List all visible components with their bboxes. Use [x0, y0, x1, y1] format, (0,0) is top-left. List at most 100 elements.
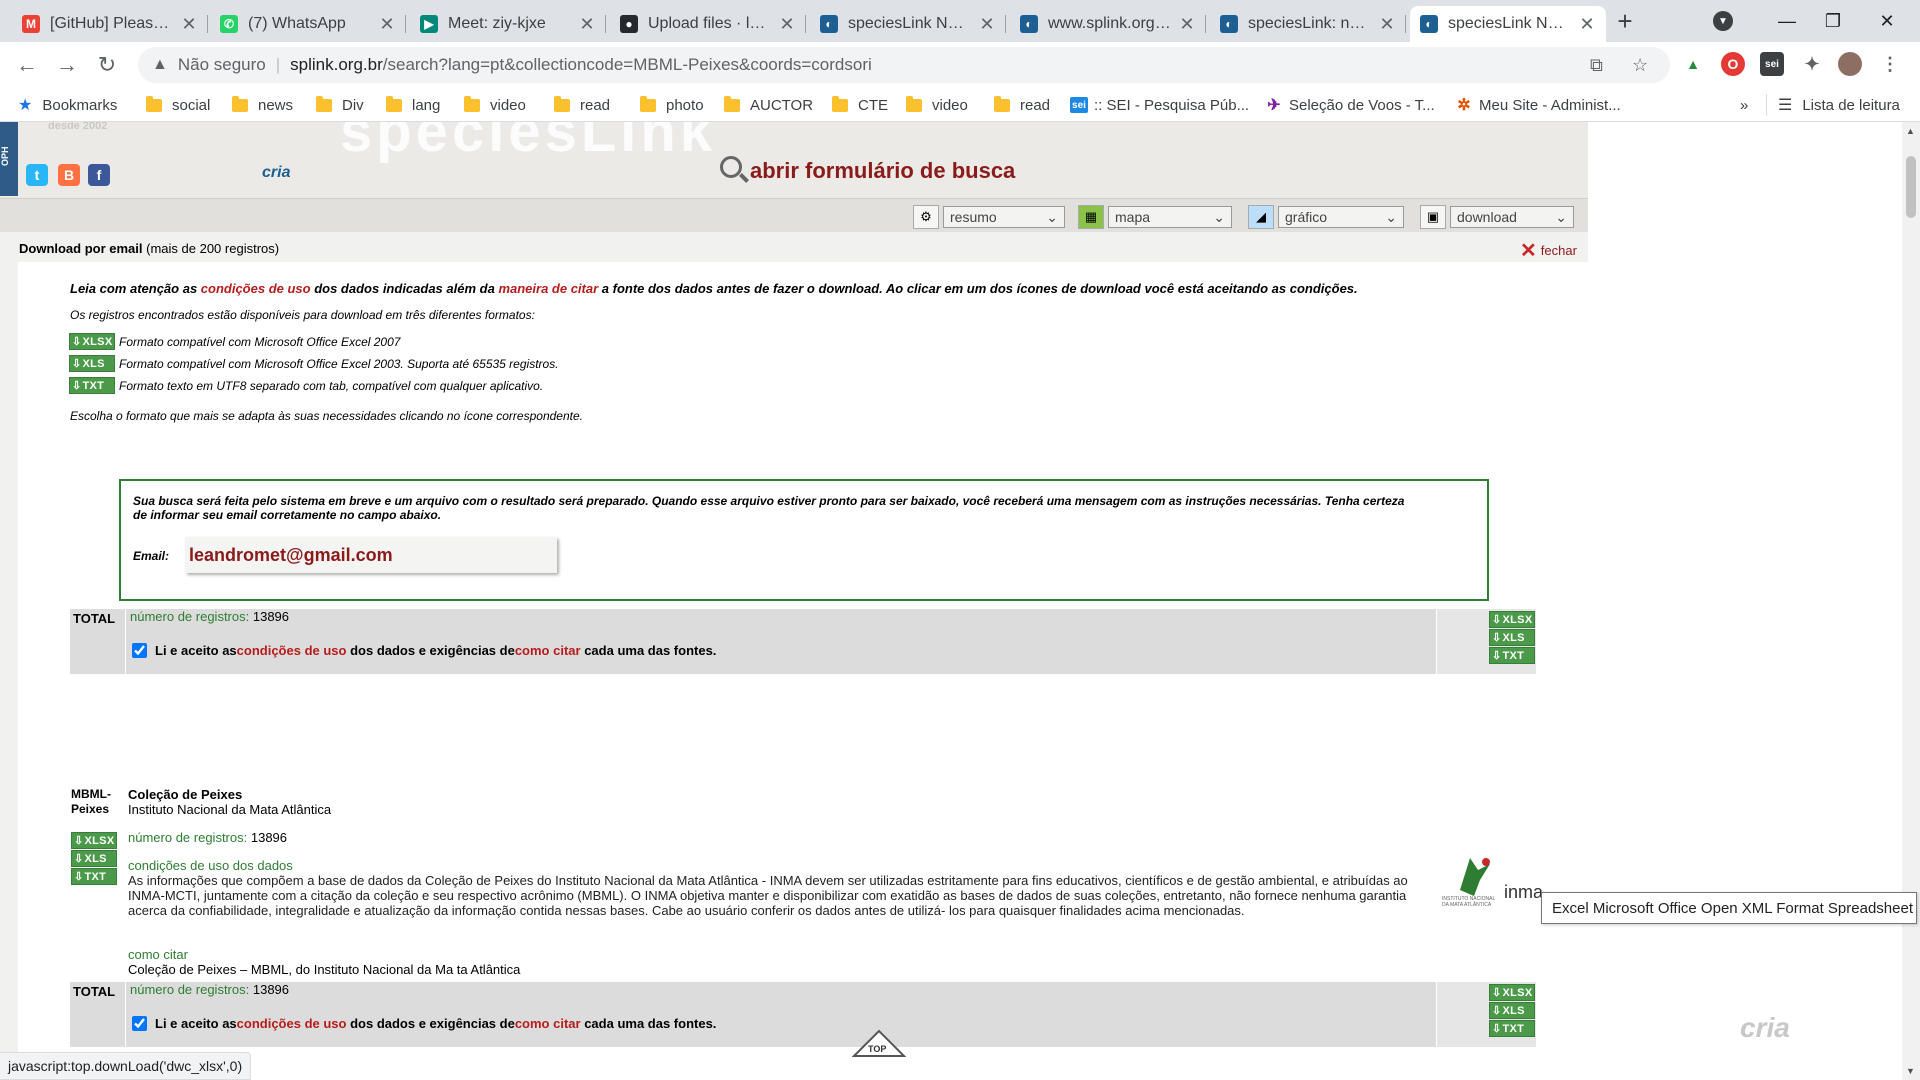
- cite-link[interactable]: como citar: [515, 1016, 581, 1031]
- close-tab-icon[interactable]: ✕: [1378, 14, 1396, 35]
- reload-button[interactable]: ↻: [92, 50, 122, 80]
- facebook-icon[interactable]: f: [88, 164, 110, 186]
- terms-link[interactable]: condições de uso: [201, 281, 311, 296]
- scroll-up-icon[interactable]: ▲: [1906, 126, 1915, 136]
- download-buttons-col: ⇩ XLSX ⇩ XLS ⇩ TXT: [1436, 982, 1536, 1047]
- url-path: /search?lang=pt&collectioncode=MBML-Peix…: [382, 55, 872, 74]
- close-tab-icon[interactable]: ✕: [778, 14, 796, 35]
- close-tab-icon[interactable]: ✕: [1578, 14, 1596, 35]
- bookmark-folder[interactable]: social: [146, 94, 210, 116]
- scrollbar[interactable]: ▲ ▼: [1902, 122, 1920, 1080]
- tab-title: [GitHub] Please ve: [50, 15, 174, 32]
- sei-extension-icon[interactable]: sei: [1760, 52, 1784, 76]
- scrollbar-thumb[interactable]: [1906, 156, 1916, 218]
- xls-download-icon[interactable]: ⇩ XLS: [71, 850, 117, 867]
- minimize-button[interactable]: —: [1764, 0, 1810, 42]
- bookmark-folder[interactable]: video: [906, 94, 968, 116]
- browser-tab[interactable]: ✆ (7) WhatsApp ✕: [210, 6, 406, 42]
- bookmark-folder[interactable]: news: [232, 94, 293, 116]
- close-tab-icon[interactable]: ✕: [578, 14, 596, 35]
- drive-icon[interactable]: ▲: [1681, 52, 1705, 76]
- close-window-button[interactable]: ✕: [1864, 0, 1910, 42]
- new-tab-button[interactable]: +: [1610, 6, 1640, 36]
- back-to-top-button[interactable]: TOP: [851, 1028, 907, 1058]
- browser-tab[interactable]: M [GitHub] Please ve ✕: [12, 6, 208, 42]
- xlsx-download-icon[interactable]: ⇩ XLSX: [69, 333, 115, 350]
- collection-download-buttons: ⇩ XLSX ⇩ XLS ⇩ TXT: [71, 832, 117, 885]
- avatar[interactable]: [1838, 52, 1862, 76]
- open-search-form-link[interactable]: abrir formulário de busca: [720, 156, 1015, 184]
- bookmark-folder[interactable]: photo: [640, 94, 704, 116]
- xlsx-download-icon[interactable]: ⇩ XLSX: [71, 832, 117, 849]
- scroll-down-icon[interactable]: ▼: [1906, 1066, 1915, 1076]
- bookmark-folder[interactable]: read: [994, 94, 1050, 116]
- close-tab-icon[interactable]: ✕: [180, 14, 198, 35]
- txt-download-icon[interactable]: ⇩ TXT: [1489, 1020, 1535, 1037]
- cite-link[interactable]: como citar: [515, 643, 581, 658]
- xlsx-download-icon[interactable]: ⇩ XLSX: [1489, 611, 1535, 628]
- browser-tab[interactable]: ◐ speciesLink: netwo ✕: [1210, 6, 1406, 42]
- tab-search-button[interactable]: ▼: [1700, 0, 1746, 42]
- agree-checkbox[interactable]: [132, 643, 147, 658]
- record-count: número de registros: 13896: [130, 609, 290, 624]
- page-viewport: OPH desde 2002 speciesLink t B f cria ab…: [0, 122, 1902, 1080]
- terms-link[interactable]: condições de uso: [237, 643, 347, 658]
- xls-download-icon[interactable]: ⇩ XLS: [69, 355, 115, 372]
- resumo-tool: ⚙ resumo ⌄: [913, 205, 1065, 229]
- bookmark-meusite[interactable]: ✲ Meu Site - Administ...: [1455, 94, 1620, 116]
- back-button[interactable]: ←: [12, 50, 42, 80]
- bookmark-voos[interactable]: ✈ Seleção de Voos - T...: [1265, 94, 1434, 116]
- how-to-cite-link[interactable]: como citar: [128, 947, 188, 962]
- inma-logo: inma INSTITUTO NACIONAL DA MATA ATLÂNTIC…: [1440, 850, 1550, 910]
- close-tab-icon[interactable]: ✕: [378, 14, 396, 35]
- blogger-icon[interactable]: B: [58, 164, 80, 186]
- specieslink-icon: ◐: [1220, 15, 1238, 33]
- xls-download-icon[interactable]: ⇩ XLS: [1489, 1002, 1535, 1019]
- terms-of-use-link[interactable]: condições de uso dos dados: [128, 858, 293, 873]
- side-tab[interactable]: OPH: [0, 122, 18, 196]
- bookmark-folder[interactable]: lang: [386, 94, 440, 116]
- txt-download-icon[interactable]: ⇩ TXT: [71, 868, 117, 885]
- browser-tab[interactable]: ◐ www.splink.org.br ✕: [1010, 6, 1206, 42]
- close-icon: ✕: [1520, 240, 1537, 262]
- bookmark-folder[interactable]: CTE: [832, 94, 888, 116]
- close-tab-icon[interactable]: ✕: [1178, 14, 1196, 35]
- opera-icon[interactable]: O: [1721, 52, 1745, 76]
- address-bar[interactable]: ▲ Não seguro | splink.org.br /search?lan…: [138, 47, 1670, 83]
- txt-download-icon[interactable]: ⇩ TXT: [69, 377, 115, 394]
- bookmark-sei[interactable]: sei :: SEI - Pesquisa Púb...: [1070, 94, 1249, 116]
- cite-link[interactable]: maneira de citar: [498, 281, 598, 296]
- txt-download-icon[interactable]: ⇩ TXT: [1489, 647, 1535, 664]
- twitter-icon[interactable]: t: [26, 164, 48, 186]
- browser-tab[interactable]: ▶ Meet: ziy-kjxe ✕: [410, 6, 606, 42]
- translate-icon[interactable]: ⧉: [1590, 47, 1603, 83]
- bookmark-folder[interactable]: AUCTOR: [724, 94, 813, 116]
- terms-link[interactable]: condições de uso: [237, 1016, 347, 1031]
- reading-list-button[interactable]: ☰ Lista de leitura: [1778, 94, 1900, 116]
- menu-icon[interactable]: ⋮: [1878, 52, 1902, 76]
- forward-button[interactable]: →: [52, 50, 82, 80]
- agree-checkbox[interactable]: [132, 1016, 147, 1031]
- mapa-select[interactable]: mapa ⌄: [1108, 206, 1232, 228]
- bookmark-folder[interactable]: video: [464, 94, 526, 116]
- close-tab-icon[interactable]: ✕: [978, 14, 996, 35]
- xlsx-download-icon[interactable]: ⇩ XLSX: [1489, 984, 1535, 1001]
- grafico-select[interactable]: gráfico ⌄: [1278, 206, 1404, 228]
- maximize-button[interactable]: ❐: [1810, 0, 1856, 42]
- email-field[interactable]: [185, 537, 557, 573]
- bookmarks-button[interactable]: ★ Bookmarks: [18, 94, 117, 116]
- extensions-icon[interactable]: ✦: [1800, 52, 1824, 76]
- resumo-select[interactable]: resumo ⌄: [943, 206, 1065, 228]
- close-link[interactable]: ✕ fechar: [1520, 238, 1577, 263]
- cria-logo[interactable]: cria: [262, 164, 290, 182]
- bookmark-folder[interactable]: read: [554, 94, 610, 116]
- bookmark-star-icon[interactable]: ☆: [1632, 47, 1648, 83]
- browser-tab[interactable]: ◐ speciesLink Netwo ✕: [1410, 6, 1606, 42]
- browser-tab[interactable]: ● Upload files · lean ✕: [610, 6, 806, 42]
- sei-icon: sei: [1070, 97, 1088, 113]
- bookmark-folder[interactable]: Div: [316, 94, 364, 116]
- xls-download-icon[interactable]: ⇩ XLS: [1489, 629, 1535, 646]
- browser-tab[interactable]: ◐ speciesLink Netwo ✕: [810, 6, 1006, 42]
- more-bookmarks-button[interactable]: »: [1740, 94, 1748, 116]
- download-select[interactable]: download ⌄: [1450, 206, 1574, 228]
